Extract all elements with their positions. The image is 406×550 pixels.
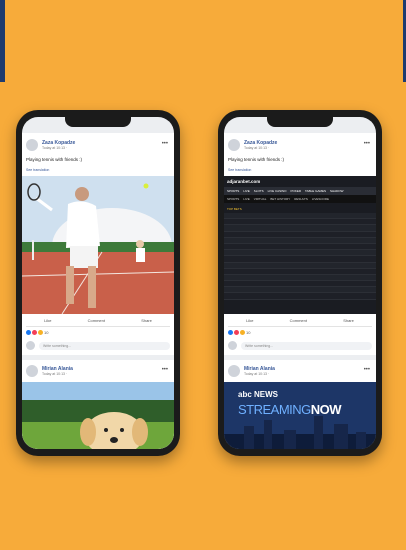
left-phone-screen: Zaza Kopadze Today at 10:13 · ••• Playin… <box>22 117 174 449</box>
top-banner <box>0 0 406 82</box>
post-card: Zaza Kopadze Today at 10:13 · ••• Playin… <box>22 133 174 355</box>
subnav-sports[interactable]: SPORTS <box>227 197 239 201</box>
streaming-now-title: STREAMINGNOW <box>238 402 342 417</box>
more-options-icon[interactable]: ••• <box>162 141 168 147</box>
like-reaction-icon <box>228 330 233 335</box>
avatar <box>228 341 237 350</box>
share-button[interactable]: Share <box>343 318 354 323</box>
like-button[interactable]: Like <box>44 318 51 323</box>
post-time: Today at 10:13 · <box>42 371 68 376</box>
post-text: Playing tennis with friends :) <box>26 157 83 162</box>
post-author[interactable]: Mirian Alania <box>42 366 73 372</box>
reaction-count: 10 <box>246 330 251 335</box>
avatar[interactable] <box>26 365 38 377</box>
reaction-count: 10 <box>44 330 49 335</box>
see-translation-link[interactable]: See translation <box>26 168 170 172</box>
more-options-icon[interactable]: ••• <box>364 367 370 373</box>
more-options-icon[interactable]: ••• <box>364 141 370 147</box>
love-reaction-icon <box>32 330 37 335</box>
odds-row[interactable] <box>224 293 376 300</box>
post-header: Zaza Kopadze Today at 10:13 · ••• <box>26 139 170 151</box>
post-author[interactable]: Zaza Kopadze <box>244 140 277 146</box>
post-author[interactable]: Mirian Alania <box>244 366 275 372</box>
post-embed-news[interactable]: abc NEWS STREAMINGNOW <box>224 382 376 449</box>
post-card: Zaza Kopadze Today at 10:13 · ••• Playin… <box>224 133 376 355</box>
subnav-livescore[interactable]: LIVESCORE <box>312 197 329 201</box>
post-photo[interactable] <box>22 176 174 314</box>
nav-live[interactable]: LIVE <box>243 189 250 193</box>
post-text: Playing tennis with friends :) <box>228 157 285 162</box>
comment-composer: Write something... <box>26 338 170 355</box>
reaction-summary[interactable]: 10 <box>26 327 170 338</box>
post-card: Mirian Alania Today at 10:13 · ••• <box>224 360 376 449</box>
abc-news-logo: abc NEWS <box>238 390 279 399</box>
stream-word-1: STREAMING <box>238 402 311 417</box>
nav-table-games[interactable]: TABLE GAMES <box>305 189 326 193</box>
post-header: Zaza Kopadze Today at 10:13 · ••• <box>228 139 372 151</box>
like-button[interactable]: Like <box>246 318 253 323</box>
betting-logo[interactable]: adjaranbet.com <box>224 176 376 187</box>
puppy-photo <box>22 382 174 449</box>
nav-shadow[interactable]: SHADOW <box>330 189 344 193</box>
post-time: Today at 10:13 · <box>244 145 270 150</box>
subnav-virtual[interactable]: VIRTUAL <box>254 197 267 201</box>
nav-slots[interactable]: SLOTS <box>254 189 264 193</box>
subnav-live[interactable]: LIVE <box>243 197 250 201</box>
comment-composer: Write something... <box>228 338 372 355</box>
betting-site: adjaranbet.com SPORTS LIVE SLOTS LIVE CA… <box>224 176 376 314</box>
post-actions: Like Comment Share <box>26 314 170 327</box>
phone-notch <box>267 117 333 127</box>
avatar[interactable] <box>26 139 38 151</box>
share-button[interactable]: Share <box>141 318 152 323</box>
right-phone: Zaza Kopadze Today at 10:13 · ••• Playin… <box>218 110 382 456</box>
nav-poker[interactable]: POKER <box>290 189 301 193</box>
see-translation-link[interactable]: See translation <box>228 168 372 172</box>
nav-live-casino[interactable]: LIVE CASINO <box>268 189 287 193</box>
subnav-bet-history[interactable]: BET HISTORY <box>270 197 290 201</box>
post-header: Mirian Alania Today at 10:13 · ••• <box>228 365 372 377</box>
like-reaction-icon <box>26 330 31 335</box>
top-bets-heading: TOP BETS <box>227 207 242 211</box>
love-reaction-icon <box>234 330 239 335</box>
avatar[interactable] <box>228 139 240 151</box>
comment-button[interactable]: Comment <box>88 318 105 323</box>
post-time: Today at 10:13 · <box>42 145 68 150</box>
post-time: Today at 10:13 · <box>244 371 270 376</box>
more-options-icon[interactable]: ••• <box>162 367 168 373</box>
banner-edge <box>0 0 5 82</box>
nav-sports[interactable]: SPORTS <box>227 189 239 193</box>
haha-reaction-icon <box>240 330 245 335</box>
comment-button[interactable]: Comment <box>290 318 307 323</box>
post-card: Mirian Alania Today at 10:13 · ••• <box>22 360 174 449</box>
post-author[interactable]: Zaza Kopadze <box>42 140 75 146</box>
avatar[interactable] <box>228 365 240 377</box>
tennis-photo <box>22 176 174 314</box>
post-embed-betting-site[interactable]: adjaranbet.com SPORTS LIVE SLOTS LIVE CA… <box>224 176 376 314</box>
haha-reaction-icon <box>38 330 43 335</box>
phone-notch <box>65 117 131 127</box>
reaction-summary[interactable]: 10 <box>228 327 372 338</box>
comment-input[interactable]: Write something... <box>241 341 372 350</box>
news-banner: abc NEWS STREAMINGNOW <box>224 382 376 449</box>
betting-main-nav: SPORTS LIVE SLOTS LIVE CASINO POKER TABL… <box>224 187 376 195</box>
post-header: Mirian Alania Today at 10:13 · ••• <box>26 365 170 377</box>
stream-word-2: NOW <box>310 402 342 417</box>
post-photo[interactable] <box>22 382 174 449</box>
post-actions: Like Comment Share <box>228 314 372 327</box>
odds-table <box>224 213 376 300</box>
comment-input[interactable]: Write something... <box>39 341 170 350</box>
avatar <box>26 341 35 350</box>
betting-sub-nav: SPORTS LIVE VIRTUAL BET HISTORY RESULTS … <box>224 195 376 203</box>
subnav-results[interactable]: RESULTS <box>294 197 308 201</box>
left-phone: Zaza Kopadze Today at 10:13 · ••• Playin… <box>16 110 180 456</box>
right-phone-screen: Zaza Kopadze Today at 10:13 · ••• Playin… <box>224 117 376 449</box>
